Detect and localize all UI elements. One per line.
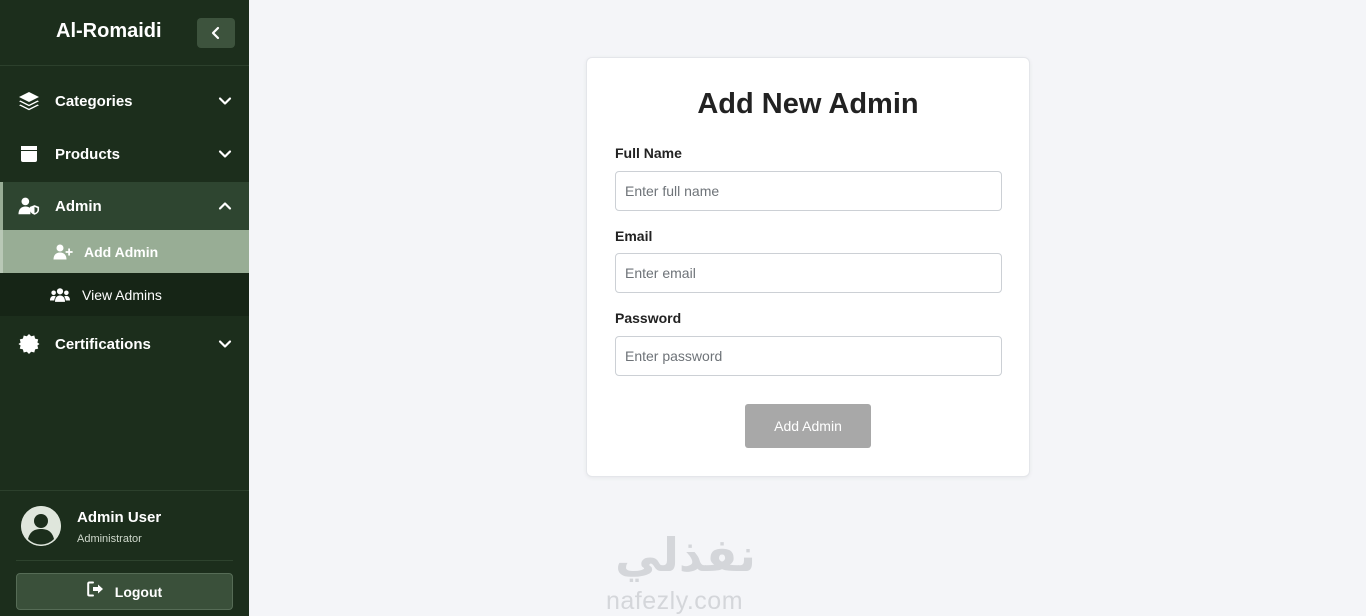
divider — [16, 560, 233, 561]
sidebar: Al-Romaidi Categories Products Admin Add… — [0, 0, 249, 616]
watermark-arabic: نفذلي — [615, 528, 756, 582]
email-label: Email — [615, 228, 653, 244]
watermark-latin: nafezly.com — [606, 587, 744, 615]
sidebar-item-certifications[interactable]: Certifications — [0, 318, 249, 370]
sidebar-item-admin[interactable]: Admin — [0, 182, 249, 230]
user-plus-icon — [53, 243, 73, 261]
sidebar-item-label: Categories — [55, 92, 133, 110]
sidebar-subitem-add-admin[interactable]: Add Admin — [0, 230, 249, 273]
chevron-down-icon — [216, 335, 234, 353]
collapse-sidebar-button[interactable] — [197, 18, 235, 48]
sidebar-subitem-label: View Admins — [82, 286, 162, 303]
logout-label: Logout — [114, 583, 163, 600]
sidebar-header: Al-Romaidi — [0, 0, 249, 66]
full-name-label: Full Name — [615, 145, 682, 161]
sign-out-icon — [86, 581, 105, 602]
sidebar-item-products[interactable]: Products — [0, 128, 249, 180]
sidebar-item-label: Admin — [55, 197, 102, 215]
avatar — [21, 506, 61, 546]
logout-button[interactable]: Logout — [16, 573, 233, 610]
layers-icon — [18, 90, 40, 112]
brand-title: Al-Romaidi — [56, 20, 162, 42]
user-name: Admin User — [77, 509, 162, 526]
chevron-up-icon — [216, 197, 234, 215]
add-admin-button[interactable]: Add Admin — [745, 404, 871, 448]
chevron-down-icon — [216, 145, 234, 163]
box-icon — [18, 143, 40, 165]
add-admin-card: Add New Admin Full Name Email Password A… — [586, 57, 1030, 477]
password-input[interactable] — [615, 336, 1002, 376]
users-icon — [50, 286, 70, 304]
watermark: نفذلي nafezly.com — [598, 525, 773, 616]
sidebar-item-categories[interactable]: Categories — [0, 75, 249, 127]
chevron-left-icon — [211, 26, 220, 40]
chevron-down-icon — [216, 92, 234, 110]
sidebar-item-label: Products — [55, 145, 121, 163]
sidebar-item-label: Certifications — [55, 335, 151, 353]
user-shield-icon — [18, 195, 40, 217]
page-title: Add New Admin — [697, 88, 919, 120]
full-name-input[interactable] — [615, 171, 1002, 211]
certificate-icon — [18, 333, 40, 355]
sidebar-subitem-label: Add Admin — [84, 243, 159, 260]
password-label: Password — [615, 310, 682, 326]
user-role: Administrator — [77, 533, 142, 545]
email-input[interactable] — [615, 253, 1002, 293]
user-profile: Admin User Administrator — [0, 490, 249, 561]
sidebar-subitem-view-admins[interactable]: View Admins — [0, 273, 249, 316]
